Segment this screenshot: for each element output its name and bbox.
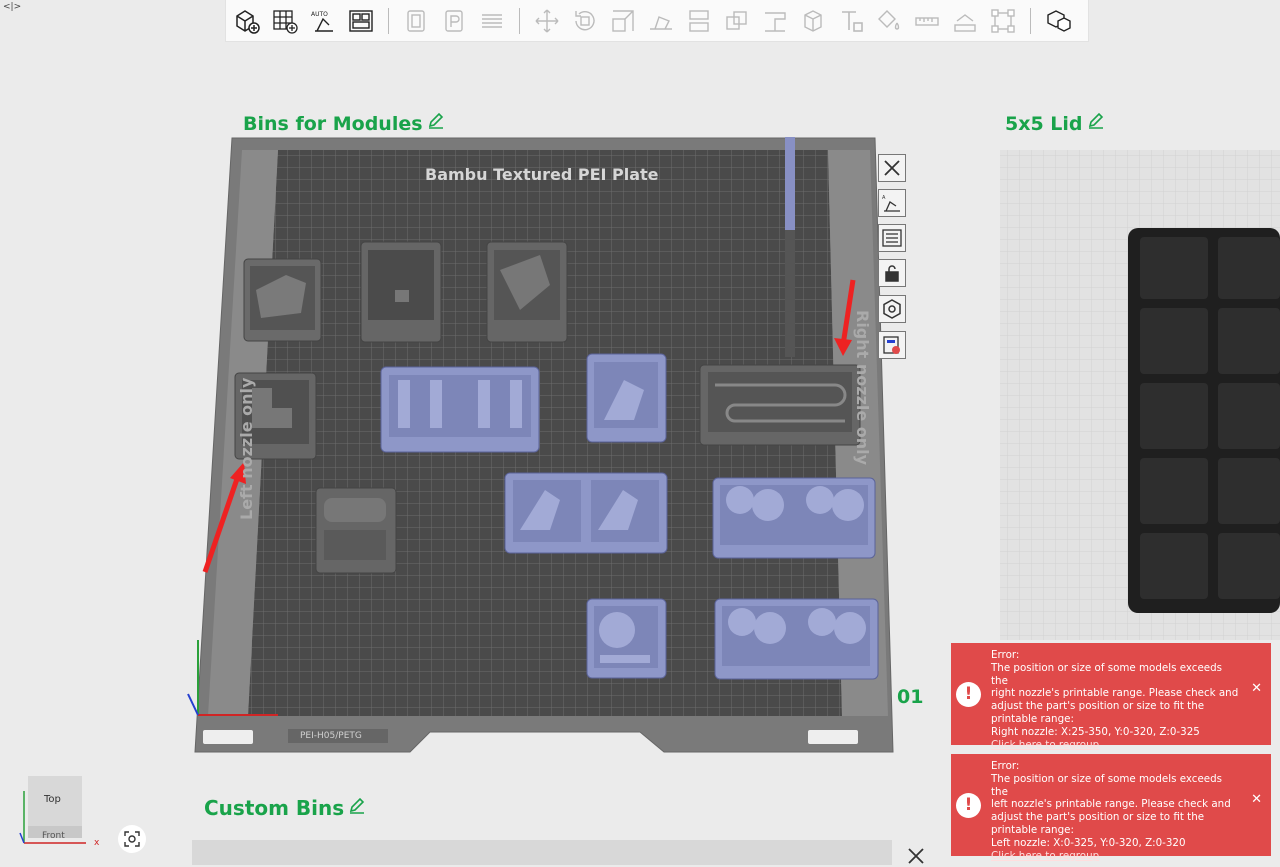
model-bin-blue[interactable] — [586, 353, 667, 443]
error-notification: ! Error: The position or size of some mo… — [951, 754, 1271, 862]
regroup-link[interactable]: Click here to regroup — [991, 739, 1241, 752]
close-icon[interactable] — [901, 845, 931, 867]
edit-name-icon[interactable] — [1087, 112, 1105, 135]
model-bin-blue[interactable] — [714, 598, 879, 680]
model-bin-blue[interactable] — [712, 477, 876, 559]
edit-name-icon[interactable] — [427, 112, 445, 135]
bed-sub-label: PEI-H05/PETG — [300, 731, 362, 741]
error-line: left nozzle's printable range. Please ch… — [991, 798, 1231, 811]
error-heading: Error: — [991, 760, 1020, 772]
error-line: printable range: — [991, 823, 1074, 836]
model-bin-blue[interactable] — [380, 366, 540, 453]
model-bin[interactable] — [360, 241, 442, 343]
plate-title-3[interactable]: Custom Bins — [204, 796, 366, 820]
error-notification: ! Error: The position or size of some mo… — [951, 643, 1271, 751]
model-bin-blue[interactable] — [586, 598, 667, 679]
bed-type-label: Bambu Textured PEI Plate — [425, 165, 659, 184]
svg-text:A: A — [882, 195, 886, 201]
close-icon[interactable]: ✕ — [1251, 793, 1262, 807]
plate-title-text: 5x5 Lid — [1005, 112, 1083, 135]
view-cube-graphic — [19, 776, 86, 844]
orient-plate-icon[interactable]: A — [878, 189, 906, 217]
model-bin-blue[interactable] — [504, 472, 668, 554]
error-line: adjust the part's position or size to fi… — [991, 700, 1205, 713]
plate-title-2[interactable]: 5x5 Lid — [1005, 112, 1105, 135]
view-cube[interactable]: Top Front x — [14, 773, 104, 853]
error-line: Left nozzle: X:0-325, Y:0-320, Z:0-320 — [991, 836, 1186, 849]
model-bin[interactable] — [699, 364, 861, 446]
error-line: The position or size of some models exce… — [991, 661, 1223, 687]
close-icon[interactable]: ✕ — [1251, 682, 1262, 696]
right-nozzle-label: Right nozzle only — [853, 310, 872, 466]
plate-title-text: Bins for Modules — [243, 112, 423, 135]
regroup-link[interactable]: Click here to regroup — [991, 850, 1241, 863]
settings-icon[interactable] — [878, 295, 906, 323]
error-icon: ! — [956, 793, 981, 818]
model-bin[interactable] — [486, 241, 568, 343]
plate-title-1[interactable]: Bins for Modules — [243, 112, 445, 135]
plate-number: 01 — [897, 686, 924, 708]
error-heading: Error: — [991, 649, 1020, 661]
plate-title-text: Custom Bins — [204, 796, 345, 820]
error-line: adjust the part's position or size to fi… — [991, 811, 1205, 824]
left-nozzle-label: Left nozzle only — [237, 377, 256, 520]
view-front-label: Front — [42, 831, 65, 841]
error-line: The position or size of some models exce… — [991, 772, 1223, 798]
error-line: Right nozzle: X:25-350, Y:0-320, Z:0-325 — [991, 725, 1200, 738]
close-icon[interactable] — [878, 154, 906, 182]
plate-settings-icon[interactable] — [878, 331, 906, 359]
view-top-label: Top — [44, 794, 61, 805]
edit-name-icon[interactable] — [348, 796, 366, 820]
model-bin[interactable] — [315, 487, 397, 574]
x-axis-label: x — [94, 838, 100, 848]
plate-5x5-lid[interactable] — [1000, 150, 1280, 640]
error-line: printable range: — [991, 712, 1074, 725]
plate-custom-bins[interactable] — [192, 840, 892, 865]
error-icon: ! — [956, 682, 981, 707]
lock-icon[interactable] — [878, 259, 906, 287]
error-line: right nozzle's printable range. Please c… — [991, 687, 1239, 700]
arrange-plate-icon[interactable] — [878, 224, 906, 252]
camera-reset-icon[interactable] — [118, 825, 146, 853]
